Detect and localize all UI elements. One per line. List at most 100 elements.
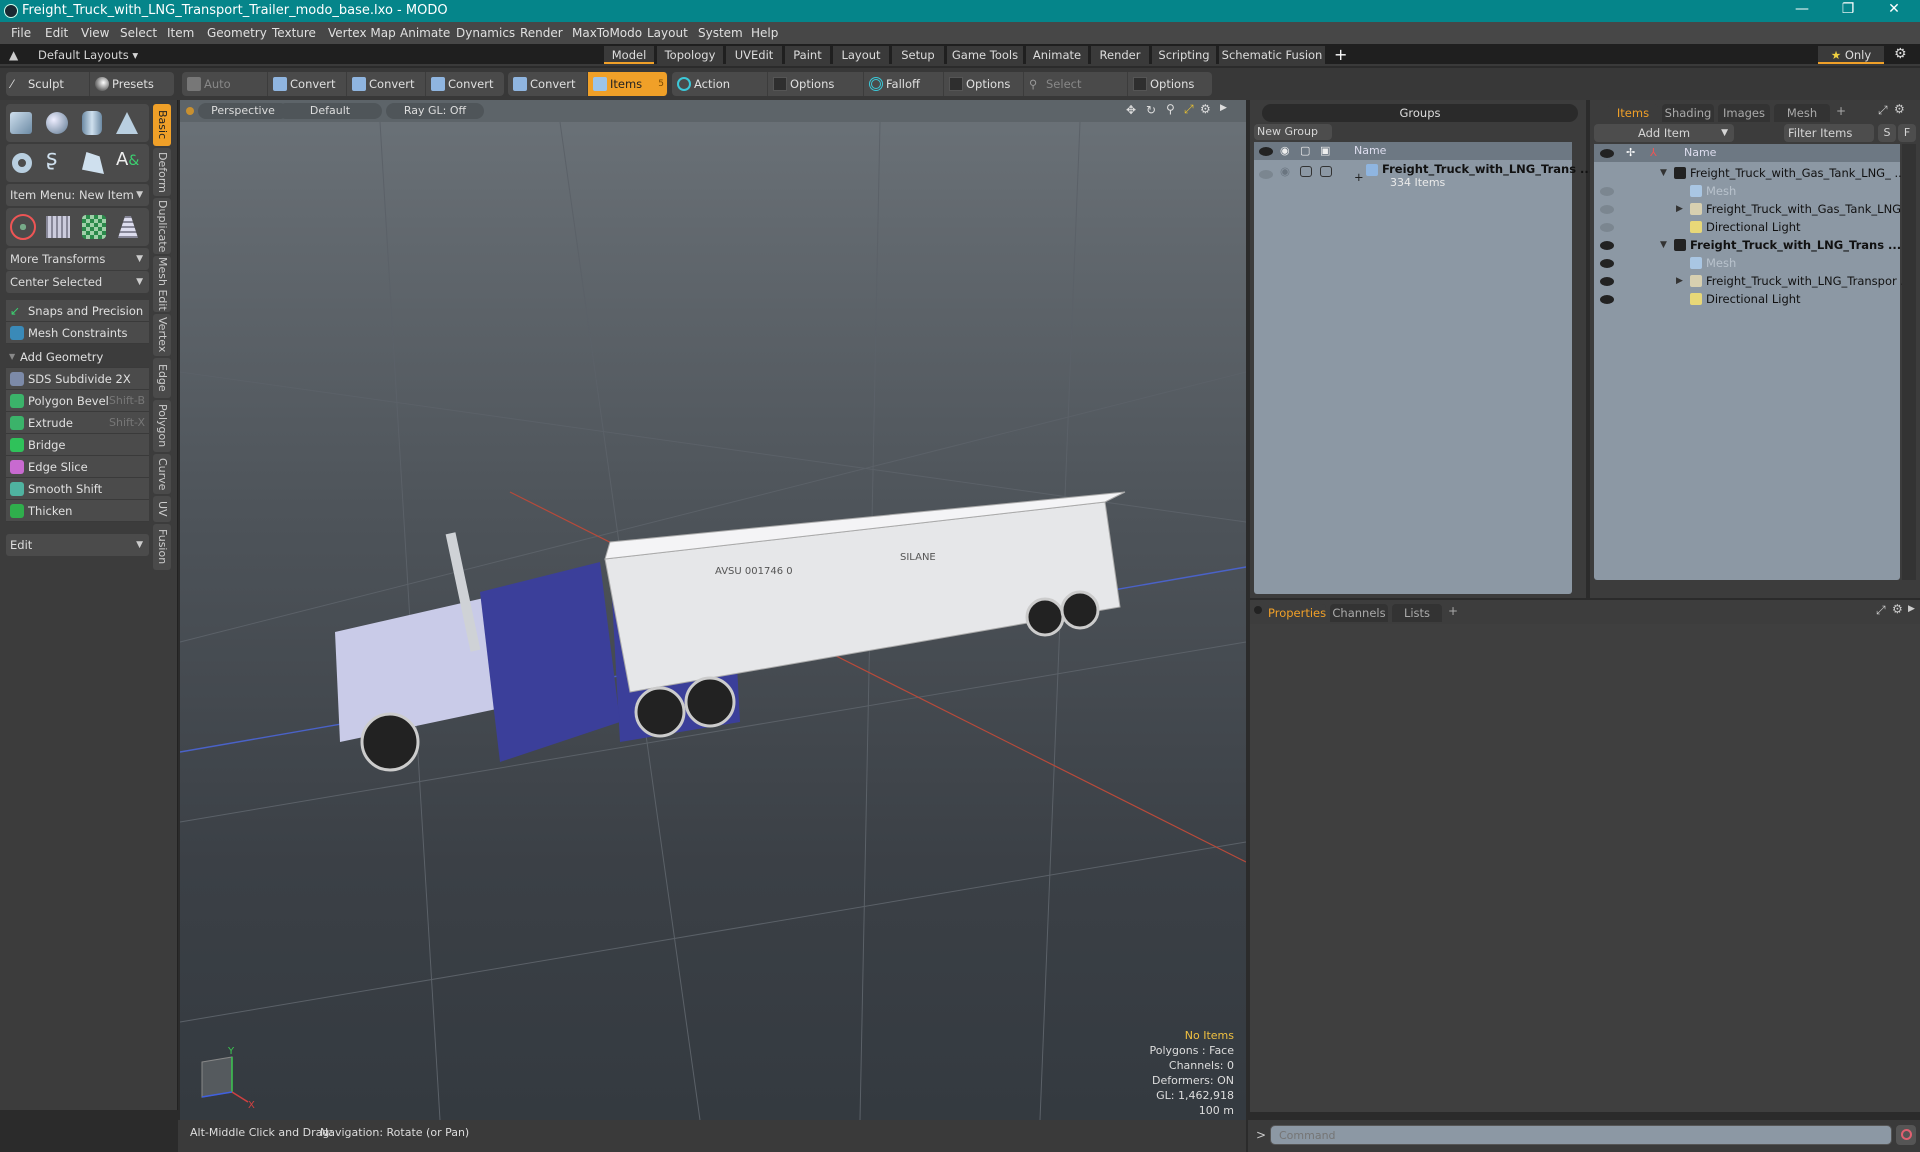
- torus-primitive-icon[interactable]: [12, 153, 32, 173]
- panel-gear-icon[interactable]: ⚙: [1894, 102, 1905, 116]
- vtab-fusion[interactable]: Fusion: [153, 524, 171, 570]
- eye-icon[interactable]: [1600, 241, 1614, 250]
- menu-animate[interactable]: Animate: [400, 26, 450, 40]
- taper-icon[interactable]: [118, 216, 138, 238]
- add-geometry-header[interactable]: ▼ Add Geometry: [6, 346, 149, 368]
- close-button[interactable]: ✕: [1874, 1, 1914, 21]
- 3d-viewport[interactable]: Perspective Default Ray GL: Off ✥ ↻ ⚲ ⤢ …: [180, 100, 1246, 1120]
- menu-system[interactable]: System: [698, 26, 743, 40]
- shading-mode-button[interactable]: Default: [278, 103, 382, 119]
- tool-smooth-shift[interactable]: Smooth Shift: [6, 478, 149, 500]
- spiral-primitive-icon[interactable]: ʂ: [46, 146, 76, 176]
- vtab-deform[interactable]: Deform: [153, 148, 171, 196]
- tool-sds-subdivide-2x[interactable]: SDS Subdivide 2X: [6, 368, 149, 390]
- tab-mesh-ops[interactable]: Mesh Ops: [1774, 104, 1830, 138]
- cube-primitive-icon[interactable]: [10, 112, 32, 134]
- group-row[interactable]: ◉ + Freight_Truck_with_LNG_Trans ... 334…: [1254, 162, 1593, 192]
- tab-paint[interactable]: Paint: [785, 46, 830, 64]
- cylinder-primitive-icon[interactable]: [82, 111, 102, 135]
- pan-icon[interactable]: ✥: [1126, 103, 1136, 117]
- center-selected-dropdown[interactable]: Center Selected ▼: [6, 271, 149, 293]
- tab-images[interactable]: Images: [1718, 104, 1770, 122]
- select-through-button[interactable]: ⚲ Select Through: [1024, 72, 1128, 115]
- record-button[interactable]: [1896, 1125, 1916, 1145]
- menu-dynamics[interactable]: Dynamics: [456, 26, 515, 40]
- menu-help[interactable]: Help: [751, 26, 778, 40]
- zoom-icon[interactable]: ⚲: [1166, 102, 1175, 116]
- more-transforms-dropdown[interactable]: More Transforms ▼: [6, 248, 149, 270]
- item-row[interactable]: Mesh: [1594, 182, 1900, 200]
- command-input[interactable]: [1270, 1125, 1892, 1145]
- menu-layout[interactable]: Layout: [647, 26, 688, 40]
- eye-icon[interactable]: [1600, 277, 1614, 286]
- add-tab-button[interactable]: +: [1836, 104, 1846, 118]
- collapse-arrow-icon[interactable]: ▼: [1660, 164, 1667, 182]
- vtab-vertex[interactable]: Vertex: [153, 314, 171, 356]
- tab-properties[interactable]: Properties: [1268, 604, 1326, 622]
- eye-icon[interactable]: [1600, 295, 1614, 304]
- tab-lists[interactable]: Lists: [1392, 604, 1442, 622]
- expand-arrow-icon[interactable]: ▶: [1676, 200, 1683, 218]
- tab-channels[interactable]: Channels: [1330, 604, 1388, 622]
- item-row[interactable]: ▼ Freight_Truck_with_LNG_Trans ...: [1594, 236, 1901, 254]
- tab-shading[interactable]: Shading: [1662, 104, 1714, 122]
- eye-icon[interactable]: [1600, 205, 1614, 214]
- menu-maxtomodo[interactable]: MaxToModo: [572, 26, 642, 40]
- item-row[interactable]: Directional Light: [1594, 290, 1900, 308]
- vtab-basic[interactable]: Basic: [153, 104, 171, 146]
- tool-polygon-bevel[interactable]: Polygon Bevel Shift-B: [6, 390, 149, 412]
- expand-plus-icon[interactable]: +: [1354, 168, 1364, 186]
- tab-scripting[interactable]: Scripting: [1152, 46, 1216, 64]
- menu-render[interactable]: Render: [520, 26, 563, 40]
- minimize-button[interactable]: —: [1782, 1, 1822, 21]
- default-layouts-dropdown[interactable]: Default Layouts ▾: [38, 48, 138, 62]
- menu-item[interactable]: Item: [167, 26, 194, 40]
- tab-schematic-fusion[interactable]: Schematic Fusion: [1219, 46, 1325, 64]
- mesh-constraints-button[interactable]: Mesh Constraints: [6, 322, 149, 344]
- items-mode-button[interactable]: Items 5: [588, 72, 668, 96]
- tab-layout[interactable]: Layout: [833, 46, 889, 64]
- item-row[interactable]: ▼ Freight_Truck_with_Gas_Tank_LNG_ ...: [1594, 164, 1905, 182]
- vtab-mesh-edit[interactable]: Mesh Edit: [153, 256, 171, 312]
- vtab-edge[interactable]: Edge: [153, 358, 171, 398]
- text-primitive-icon[interactable]: A&: [116, 149, 146, 179]
- menu-texture[interactable]: Texture: [272, 26, 316, 40]
- add-tab-button[interactable]: +: [1448, 604, 1458, 618]
- convert-polygons-button[interactable]: Convert: [426, 72, 504, 96]
- restore-button[interactable]: ❐: [1828, 1, 1868, 21]
- vtab-duplicate[interactable]: Duplicate: [153, 198, 171, 254]
- maximize-icon[interactable]: ⤢: [1184, 102, 1194, 117]
- lock-checkbox[interactable]: [1300, 166, 1312, 177]
- filter-s-button[interactable]: S: [1878, 124, 1896, 142]
- convert-vertices-button[interactable]: Convert: [268, 72, 347, 96]
- collapse-arrow-icon[interactable]: ▼: [1660, 236, 1667, 254]
- menu-file[interactable]: File: [11, 26, 31, 40]
- expand-panel-icon[interactable]: ⤢: [1876, 603, 1886, 618]
- tab-setup[interactable]: Setup: [892, 46, 944, 64]
- item-row[interactable]: Mesh: [1594, 254, 1900, 272]
- menu-edit[interactable]: Edit: [45, 26, 68, 40]
- add-item-button[interactable]: Add Item ▼: [1594, 124, 1734, 142]
- items-scrollbar[interactable]: [1902, 144, 1916, 580]
- snaps-precision-button[interactable]: ↙ Snaps and Precision: [6, 300, 149, 322]
- sphere-primitive-icon[interactable]: [46, 112, 68, 134]
- vtab-polygon[interactable]: Polygon: [153, 400, 171, 452]
- action-center-options-button[interactable]: Options: [768, 72, 864, 96]
- select-checkbox[interactable]: [1320, 166, 1332, 177]
- gear-icon[interactable]: ⚙: [1894, 46, 1907, 62]
- eye-icon[interactable]: [1600, 187, 1614, 196]
- tab-game-tools[interactable]: Game Tools: [947, 46, 1023, 64]
- filter-f-button[interactable]: F: [1898, 124, 1916, 142]
- item-row[interactable]: Directional Light: [1594, 218, 1900, 236]
- tab-render[interactable]: Render: [1091, 46, 1149, 64]
- tab-items[interactable]: Items: [1608, 104, 1658, 122]
- sculpt-button[interactable]: ⁄ Sculpt: [6, 72, 90, 96]
- tab-model[interactable]: Model: [604, 46, 654, 64]
- menu-select[interactable]: Select: [120, 26, 157, 40]
- viewport-menu-arrow-icon[interactable]: ▶: [1220, 103, 1227, 113]
- eye-icon[interactable]: [1259, 170, 1273, 179]
- vtab-curve[interactable]: Curve: [153, 454, 171, 494]
- panel-menu-arrow-icon[interactable]: ▶: [1908, 604, 1915, 614]
- collapse-icon[interactable]: ▲: [9, 48, 18, 62]
- raygl-button[interactable]: Ray GL: Off: [386, 103, 484, 119]
